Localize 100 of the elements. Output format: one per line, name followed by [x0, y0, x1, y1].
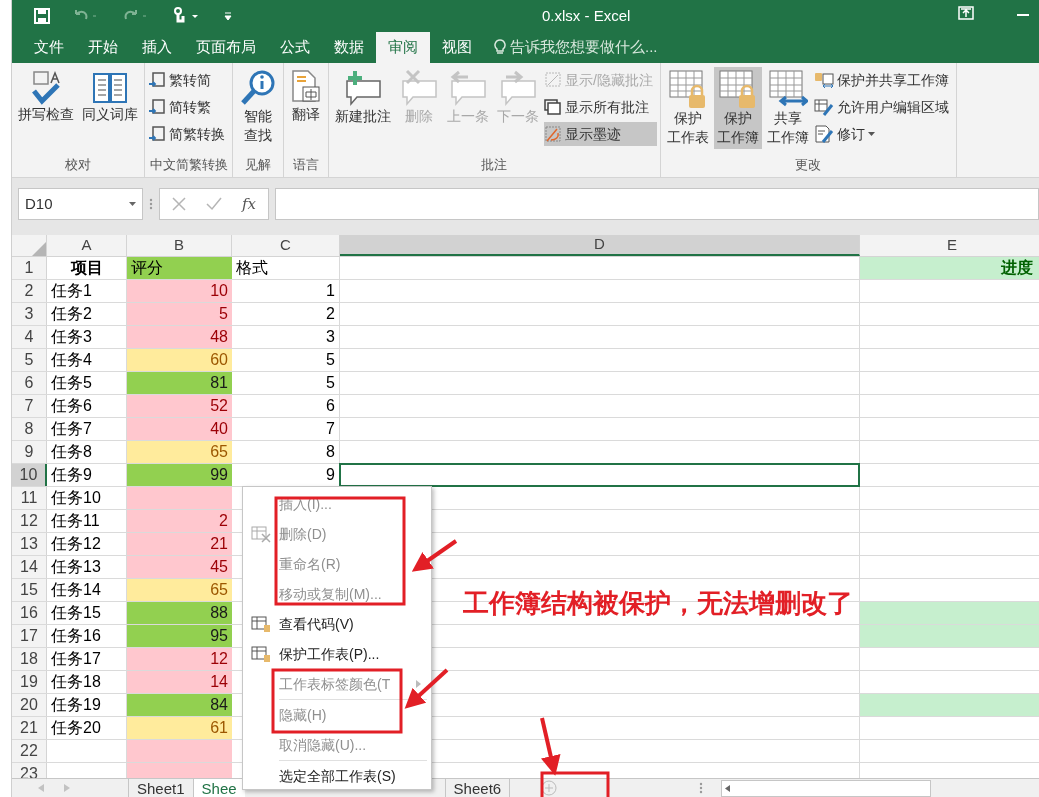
- row-header[interactable]: 10: [12, 464, 47, 486]
- save-icon[interactable]: [34, 8, 50, 24]
- column-header[interactable]: D: [340, 235, 860, 256]
- formula-input[interactable]: [275, 188, 1039, 220]
- customize-toolbar-icon[interactable]: [224, 11, 232, 21]
- previous-comment-icon: [448, 69, 488, 107]
- table-cell: 5: [232, 349, 340, 371]
- row-header[interactable]: 20: [12, 694, 47, 716]
- row-header[interactable]: 8: [12, 418, 47, 440]
- ribbon-button[interactable]: 新建批注: [332, 67, 394, 128]
- row-header[interactable]: 19: [12, 671, 47, 693]
- ribbon-button[interactable]: 简繁转换: [148, 122, 229, 146]
- ribbon-button[interactable]: 拼写检查: [15, 67, 77, 126]
- ribbon-button[interactable]: 繁转简: [148, 68, 229, 92]
- insert-function-button[interactable]: fx: [242, 192, 256, 216]
- window-title: 0.xlsx - Excel: [542, 6, 631, 26]
- sheet-tab[interactable]: Shee: [192, 778, 245, 797]
- row-header[interactable]: 2: [12, 280, 47, 302]
- sheet-tab[interactable]: Sheet6: [444, 778, 510, 797]
- menu-item-icon: [251, 525, 271, 543]
- table-cell: 40: [127, 418, 232, 440]
- menu-item-icon: [251, 645, 271, 663]
- row-header[interactable]: 21: [12, 717, 47, 739]
- column-header[interactable]: E: [860, 235, 1039, 256]
- menu-item[interactable]: 查看代码(V): [243, 609, 431, 639]
- table-cell: 5: [232, 372, 340, 394]
- ribbon-tab[interactable]: 开始: [76, 32, 130, 63]
- row-header[interactable]: 18: [12, 648, 47, 670]
- ribbon-button[interactable]: 保护 工作簿: [713, 67, 762, 149]
- cancel-icon[interactable]: [172, 197, 186, 211]
- row-header[interactable]: 22: [12, 740, 47, 762]
- arrow: [540, 717, 561, 776]
- character-convert-icon: [148, 125, 166, 143]
- ribbon-tab[interactable]: 文件: [22, 32, 76, 63]
- row-header[interactable]: 5: [12, 349, 47, 371]
- ribbon-button[interactable]: 智能 查找: [236, 67, 280, 147]
- group-label: 语言: [292, 156, 320, 174]
- translate-icon: [290, 69, 322, 105]
- row-header[interactable]: 3: [12, 303, 47, 325]
- row-header[interactable]: 6: [12, 372, 47, 394]
- table-cell: 2: [127, 510, 232, 532]
- ribbon-tab[interactable]: 插入: [130, 32, 184, 63]
- ribbon-tab[interactable]: 审阅: [376, 32, 430, 63]
- row-header[interactable]: 7: [12, 395, 47, 417]
- caret-icon: [867, 132, 875, 136]
- table-cell: 65: [127, 441, 232, 463]
- ribbon-tab[interactable]: 视图: [430, 32, 484, 63]
- ribbon-button[interactable]: 修订: [813, 122, 953, 146]
- table-cell: 88: [127, 602, 232, 624]
- comments-icon: [544, 98, 562, 116]
- table-cell: 21: [127, 533, 232, 555]
- ribbon-button[interactable]: 保护 工作表: [663, 67, 712, 149]
- table-cell: 格式: [232, 257, 340, 279]
- row-header[interactable]: 1: [12, 257, 47, 279]
- ribbon-button[interactable]: 显示所有批注: [544, 95, 657, 119]
- ribbon-button[interactable]: 保护并共享工作簿: [813, 68, 953, 92]
- ribbon-button[interactable]: 同义词库: [79, 67, 141, 126]
- annotation-text: 工作簿结构被保护，无法增删改了: [463, 587, 853, 620]
- check-icon[interactable]: [206, 197, 222, 211]
- ribbon-tab[interactable]: 公式: [268, 32, 322, 63]
- column-header[interactable]: B: [127, 235, 232, 256]
- scroll-right-icon[interactable]: [64, 784, 70, 792]
- name-box[interactable]: D10: [18, 188, 143, 220]
- row-header[interactable]: 16: [12, 602, 47, 624]
- group-label: 中文简繁转换: [148, 156, 229, 174]
- row-header[interactable]: 15: [12, 579, 47, 601]
- tell-me-field[interactable]: 告诉我您想要做什么...: [484, 32, 658, 63]
- table-cell: 95: [127, 625, 232, 647]
- ribbon-button[interactable]: 显示墨迹: [544, 122, 657, 146]
- row-header[interactable]: 17: [12, 625, 47, 647]
- table-cell: 45: [127, 556, 232, 578]
- ribbon-button[interactable]: 翻译: [287, 67, 325, 126]
- group-label: 校对: [64, 156, 92, 174]
- row-header[interactable]: 14: [12, 556, 47, 578]
- table-cell: 61: [127, 717, 232, 739]
- grip-icon: [149, 198, 153, 210]
- table-cell: 48: [127, 326, 232, 348]
- sheet-tab[interactable]: Sheet1: [128, 778, 193, 797]
- ribbon-button[interactable]: 简转繁: [148, 95, 229, 119]
- ribbon-display-icon[interactable]: [958, 6, 974, 20]
- table-cell: 1: [232, 280, 340, 302]
- ribbon-button[interactable]: 共享 工作簿: [763, 67, 812, 149]
- menu-item[interactable]: 选定全部工作表(S): [243, 761, 431, 789]
- active-cell[interactable]: [339, 463, 860, 487]
- delete-comment-icon: [399, 69, 439, 107]
- row-header[interactable]: 11: [12, 487, 47, 509]
- row-header[interactable]: 12: [12, 510, 47, 532]
- horizontal-scrollbar[interactable]: [721, 779, 932, 797]
- row-header[interactable]: 4: [12, 326, 47, 348]
- table-cell: 5: [127, 303, 232, 325]
- ribbon-tab[interactable]: 页面布局: [184, 32, 268, 63]
- ribbon-tab[interactable]: 数据: [322, 32, 376, 63]
- table-cell: 评分: [127, 257, 232, 279]
- row-header[interactable]: 9: [12, 441, 47, 463]
- column-header[interactable]: A: [47, 235, 127, 256]
- ribbon-button[interactable]: 允许用户编辑区域: [813, 95, 953, 119]
- arrow: [404, 668, 449, 709]
- menu-item[interactable]: 保护工作表(P)...: [243, 639, 431, 669]
- grip-icon: [699, 782, 704, 794]
- row-header[interactable]: 13: [12, 533, 47, 555]
